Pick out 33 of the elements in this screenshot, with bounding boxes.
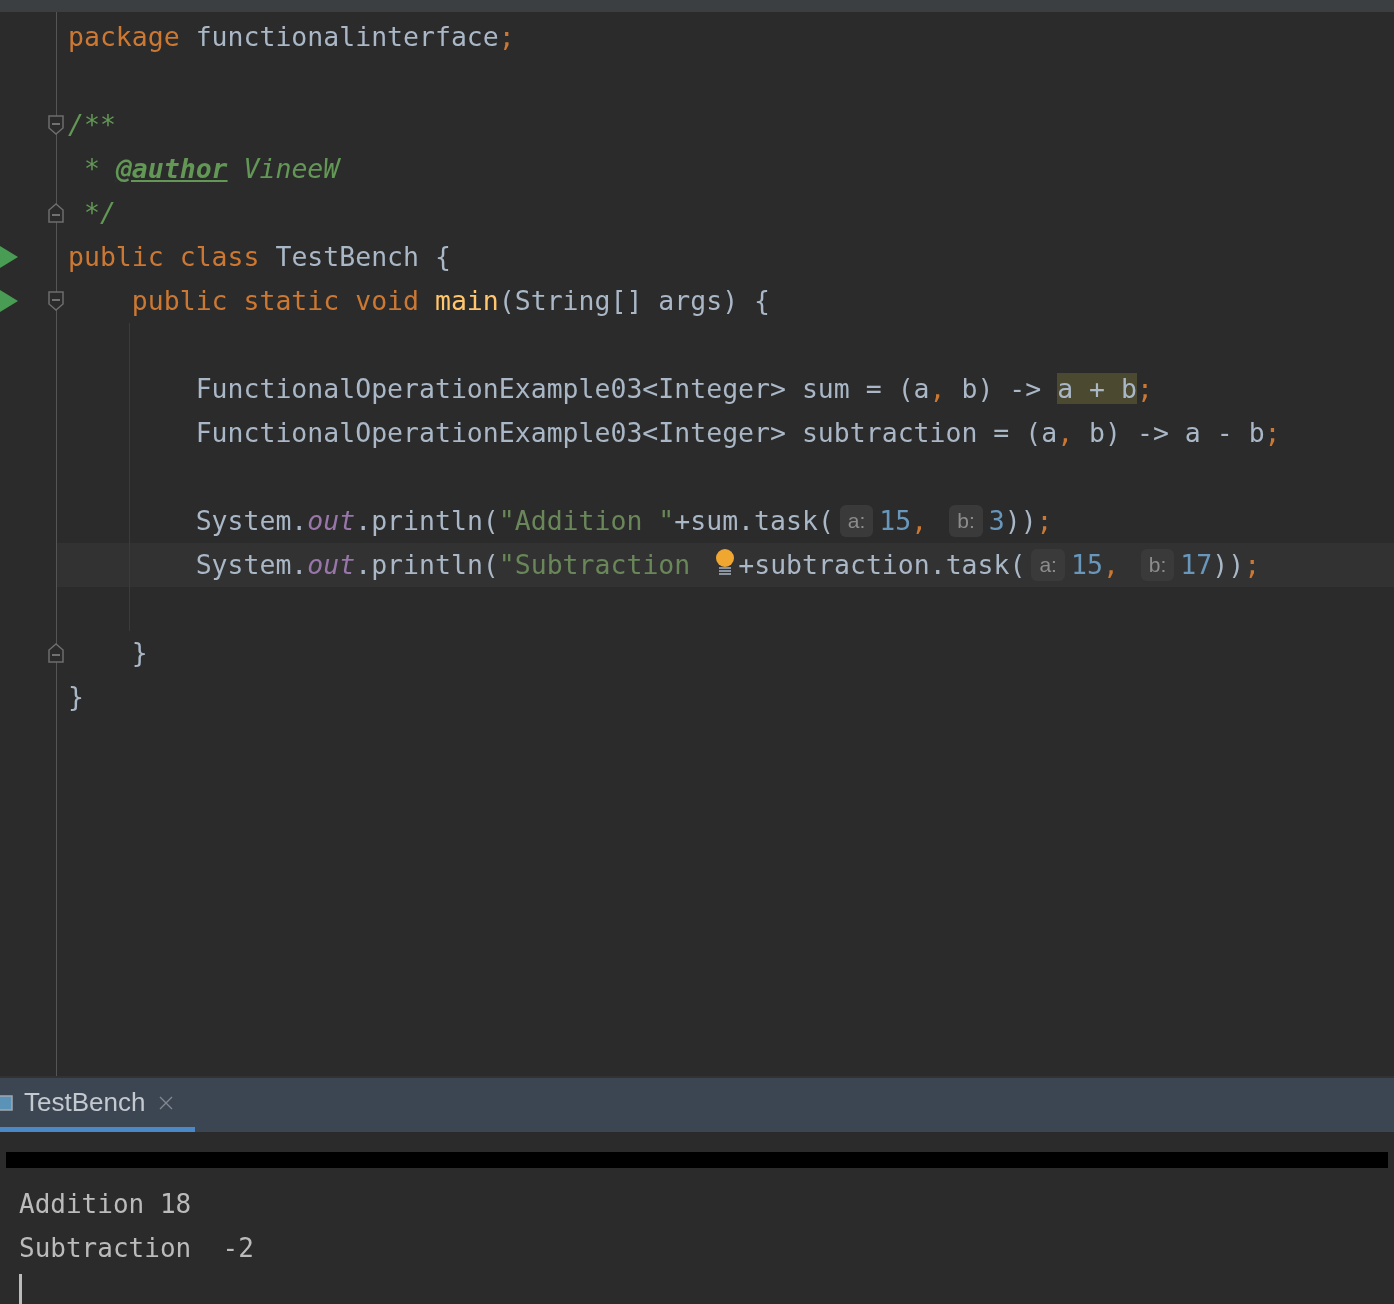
code-text: +subtraction.task( [738,549,1026,581]
code-text: } [68,681,84,713]
parameter-hint: a: [839,505,874,537]
fold-icon[interactable] [48,203,64,223]
fold-icon[interactable] [48,291,64,311]
code-text: } [130,637,148,669]
console-output: Addition 18 [19,1189,192,1219]
close-icon[interactable] [159,1095,174,1110]
code-text: 15, [879,505,929,537]
console-icon [0,1092,14,1113]
code-text: System.out.println("Subtraction [194,549,691,581]
parameter-hint: a: [1031,549,1065,581]
code-text: public static void main(String[] args) { [130,285,770,317]
run-icon[interactable] [0,290,18,312]
console-output: Subtraction -2 [19,1233,254,1263]
code-text: FunctionalOperationExample03<Integer> subtraction = (a, b) -> a - b; [194,417,1281,449]
code-text: public class TestBench { [68,241,451,273]
code-text: /** [68,109,116,141]
parameter-hint: b: [1140,549,1175,581]
run-tab[interactable]: TestBench [0,1078,196,1132]
code-text: */ [82,197,116,229]
code-text: System.out.println("Addition "+sum.task( [194,505,834,537]
code-text: * @author VineeW [82,153,340,185]
lightbulb-icon[interactable] [714,549,737,575]
code-text: package functionalinterface; [68,21,515,53]
parameter-hint: b: [949,505,983,537]
code-text: 3)); [988,505,1053,537]
fold-icon[interactable] [48,643,64,663]
code-text: FunctionalOperationExample03<Integer> sum = (a, b) -> a + b; [194,373,1153,405]
code-text: 15, [1070,549,1120,581]
run-icon[interactable] [0,246,18,268]
code-text: 17)); [1180,549,1261,581]
fold-icon[interactable] [48,115,64,135]
